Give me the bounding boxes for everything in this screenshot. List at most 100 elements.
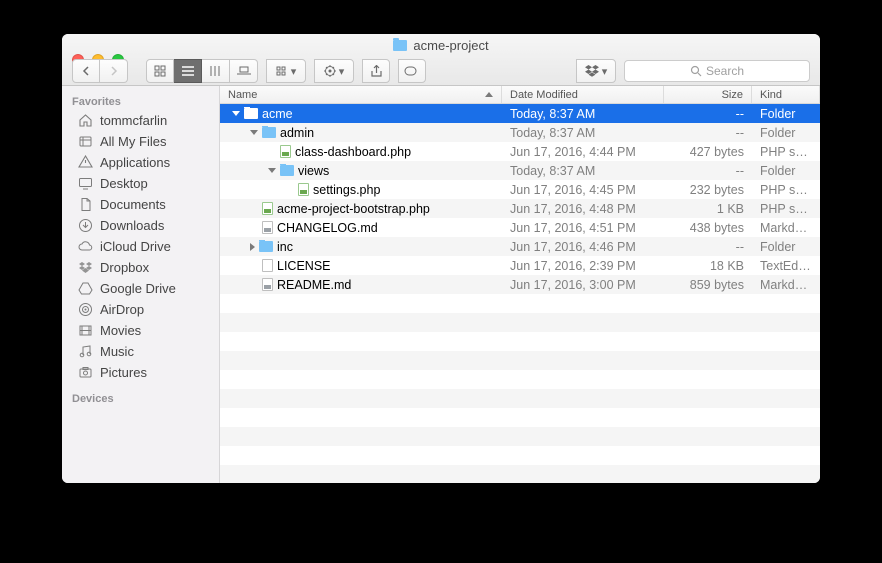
disclosure-down-icon[interactable] bbox=[232, 111, 240, 116]
markdown-file-icon bbox=[262, 278, 273, 291]
sidebar-item-applications[interactable]: Applications bbox=[62, 152, 219, 173]
sidebar-item-label: iCloud Drive bbox=[100, 239, 171, 254]
file-name: LICENSE bbox=[277, 259, 331, 273]
file-row[interactable]: incJun 17, 2016, 4:46 PM--Folder bbox=[220, 237, 820, 256]
empty-row bbox=[220, 408, 820, 427]
file-date: Jun 17, 2016, 3:00 PM bbox=[502, 278, 664, 292]
empty-row bbox=[220, 351, 820, 370]
file-date: Today, 8:37 AM bbox=[502, 107, 664, 121]
file-row[interactable]: CHANGELOG.mdJun 17, 2016, 4:51 PM438 byt… bbox=[220, 218, 820, 237]
list-view-button[interactable] bbox=[174, 59, 202, 83]
column-view-button[interactable] bbox=[202, 59, 230, 83]
tags-button[interactable] bbox=[398, 59, 426, 83]
disclosure-down-icon[interactable] bbox=[268, 168, 276, 173]
empty-row bbox=[220, 370, 820, 389]
sidebar-item-label: Documents bbox=[100, 197, 166, 212]
sidebar-item-label: All My Files bbox=[100, 134, 166, 149]
empty-row bbox=[220, 427, 820, 446]
coverflow-view-button[interactable] bbox=[230, 59, 258, 83]
php-file-icon bbox=[280, 145, 291, 158]
sidebar-item-pictures[interactable]: Pictures bbox=[62, 362, 219, 383]
file-kind: PHP sou… bbox=[752, 145, 820, 159]
file-row[interactable]: settings.phpJun 17, 2016, 4:45 PM232 byt… bbox=[220, 180, 820, 199]
file-row[interactable]: viewsToday, 8:37 AM--Folder bbox=[220, 161, 820, 180]
allfiles-icon bbox=[78, 134, 93, 149]
column-name[interactable]: Name bbox=[220, 86, 502, 103]
icon-view-button[interactable] bbox=[146, 59, 174, 83]
sidebar-item-tommcfarlin[interactable]: tommcfarlin bbox=[62, 110, 219, 131]
file-date: Jun 17, 2016, 4:45 PM bbox=[502, 183, 664, 197]
sidebar-item-label: Pictures bbox=[100, 365, 147, 380]
file-kind: Folder bbox=[752, 240, 820, 254]
file-size: 859 bytes bbox=[664, 278, 752, 292]
column-kind[interactable]: Kind bbox=[752, 86, 820, 103]
search-icon bbox=[690, 65, 702, 77]
sidebar-item-label: Movies bbox=[100, 323, 141, 338]
cloud-icon bbox=[78, 239, 93, 254]
file-row[interactable]: class-dashboard.phpJun 17, 2016, 4:44 PM… bbox=[220, 142, 820, 161]
file-name: inc bbox=[277, 240, 293, 254]
dropbox-icon bbox=[78, 260, 93, 275]
sidebar-item-icloud-drive[interactable]: iCloud Drive bbox=[62, 236, 219, 257]
sidebar-item-all-my-files[interactable]: All My Files bbox=[62, 131, 219, 152]
column-size[interactable]: Size bbox=[664, 86, 752, 103]
file-size: -- bbox=[664, 164, 752, 178]
column-date[interactable]: Date Modified bbox=[502, 86, 664, 103]
view-switcher bbox=[146, 59, 258, 83]
movies-icon bbox=[78, 323, 93, 338]
file-kind: PHP sou… bbox=[752, 183, 820, 197]
sidebar-item-label: Dropbox bbox=[100, 260, 149, 275]
file-icon bbox=[262, 259, 273, 272]
file-date: Today, 8:37 AM bbox=[502, 164, 664, 178]
empty-row bbox=[220, 294, 820, 313]
folder-icon bbox=[262, 127, 276, 138]
file-row[interactable]: README.mdJun 17, 2016, 3:00 PM859 bytesM… bbox=[220, 275, 820, 294]
file-name: CHANGELOG.md bbox=[277, 221, 378, 235]
action-menu[interactable]: ▾ bbox=[314, 59, 354, 83]
sidebar-item-airdrop[interactable]: AirDrop bbox=[62, 299, 219, 320]
file-date: Jun 17, 2016, 4:44 PM bbox=[502, 145, 664, 159]
sidebar-item-google-drive[interactable]: Google Drive bbox=[62, 278, 219, 299]
desktop-icon bbox=[78, 176, 93, 191]
file-size: 438 bytes bbox=[664, 221, 752, 235]
sidebar-item-dropbox[interactable]: Dropbox bbox=[62, 257, 219, 278]
back-button[interactable] bbox=[72, 59, 100, 83]
sidebar-item-label: Applications bbox=[100, 155, 170, 170]
sidebar-item-label: Google Drive bbox=[100, 281, 176, 296]
forward-button[interactable] bbox=[100, 59, 128, 83]
nav-buttons bbox=[72, 59, 128, 83]
search-placeholder: Search bbox=[706, 64, 744, 78]
file-size: 1 KB bbox=[664, 202, 752, 216]
window-title-text: acme-project bbox=[413, 38, 488, 53]
search-field[interactable]: Search bbox=[624, 60, 810, 82]
file-row[interactable]: LICENSEJun 17, 2016, 2:39 PM18 KBTextEd… bbox=[220, 256, 820, 275]
sidebar-item-desktop[interactable]: Desktop bbox=[62, 173, 219, 194]
file-row[interactable]: adminToday, 8:37 AM--Folder bbox=[220, 123, 820, 142]
file-kind: Folder bbox=[752, 126, 820, 140]
empty-row bbox=[220, 332, 820, 351]
php-file-icon bbox=[262, 202, 273, 215]
sidebar-item-music[interactable]: Music bbox=[62, 341, 219, 362]
sidebar-item-documents[interactable]: Documents bbox=[62, 194, 219, 215]
share-button[interactable] bbox=[362, 59, 390, 83]
file-size: -- bbox=[664, 107, 752, 121]
sidebar-item-label: Desktop bbox=[100, 176, 148, 191]
file-kind: Markd… bbox=[752, 221, 820, 235]
empty-row bbox=[220, 389, 820, 408]
dropbox-menu[interactable]: ▾ bbox=[576, 59, 616, 83]
file-size: 18 KB bbox=[664, 259, 752, 273]
file-row[interactable]: acmeToday, 8:37 AM--Folder bbox=[220, 104, 820, 123]
disclosure-down-icon[interactable] bbox=[250, 130, 258, 135]
sidebar-item-downloads[interactable]: Downloads bbox=[62, 215, 219, 236]
disclosure-right-icon[interactable] bbox=[250, 243, 255, 251]
file-name: acme bbox=[262, 107, 293, 121]
empty-row bbox=[220, 465, 820, 483]
file-size: -- bbox=[664, 126, 752, 140]
finder-window: acme-project ▾ ▾ bbox=[62, 34, 820, 483]
file-row[interactable]: acme-project-bootstrap.phpJun 17, 2016, … bbox=[220, 199, 820, 218]
arrange-menu[interactable]: ▾ bbox=[266, 59, 306, 83]
file-date: Jun 17, 2016, 4:46 PM bbox=[502, 240, 664, 254]
sidebar-item-label: tommcfarlin bbox=[100, 113, 167, 128]
sidebar-item-movies[interactable]: Movies bbox=[62, 320, 219, 341]
file-size: 427 bytes bbox=[664, 145, 752, 159]
